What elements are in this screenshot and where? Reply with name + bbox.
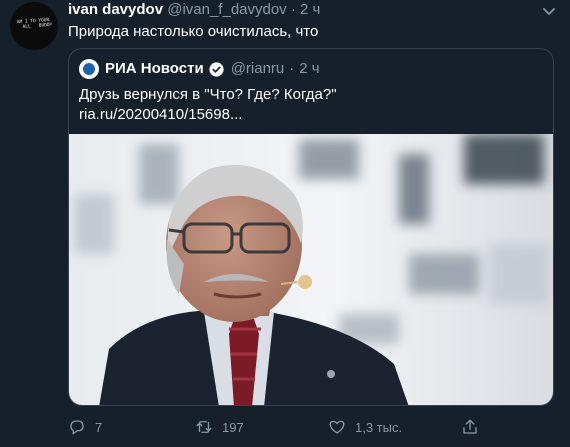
verified-badge-icon [209, 61, 224, 77]
quoted-time: 2 ч [299, 60, 320, 77]
author-handle[interactable]: @ivan_f_davydov [167, 1, 286, 18]
tweet-time[interactable]: 2 ч [300, 1, 320, 18]
reply-icon [70, 420, 84, 435]
quoted-author-handle: @rianru [230, 60, 285, 77]
like-button[interactable]: 1,3 тыс. [328, 416, 402, 438]
quoted-tweet[interactable]: РИА Новости @rianru · 2 ч Друзь вернулся… [68, 48, 554, 406]
like-count: 1,3 тыс. [355, 419, 403, 435]
quoted-text: Друзь вернулся в "Что? Где? Когда?" [79, 86, 337, 103]
avatar-caption: AM I TO YOUR ALL BUDDY [16, 17, 53, 31]
quoted-photo[interactable] [69, 134, 553, 405]
author-name[interactable]: ivan davydov [68, 1, 163, 18]
share-button[interactable] [461, 416, 488, 438]
retweet-icon [196, 421, 212, 433]
tweet-text: Природа настолько очистилась, что [68, 23, 319, 40]
author-avatar[interactable]: AM I TO YOUR ALL BUDDY [10, 2, 58, 50]
retweet-button[interactable]: 197 [195, 416, 244, 438]
header-separator: · [290, 1, 296, 18]
quoted-text-block: Друзь вернулся в "Что? Где? Когда?" ria.… [79, 85, 337, 125]
chevron-down-icon[interactable] [540, 2, 558, 20]
heart-icon [329, 420, 345, 434]
ria-logo-icon [79, 59, 99, 79]
reply-count: 7 [95, 419, 103, 435]
quoted-separator: · [289, 60, 295, 77]
portrait-illustration [69, 134, 553, 405]
tweet-header: ivan davydov @ivan_f_davydov · 2 ч [68, 1, 320, 19]
share-icon [463, 419, 477, 434]
quoted-author-name: РИА Новости [105, 60, 204, 77]
reply-button[interactable]: 7 [68, 416, 102, 438]
quoted-header: РИА Новости @rianru · 2 ч [79, 59, 320, 79]
quoted-link[interactable]: ria.ru/20200410/15698... [79, 105, 337, 125]
retweet-count: 197 [222, 419, 244, 435]
tweet-actions: 7 197 1,3 тыс. [68, 416, 554, 438]
